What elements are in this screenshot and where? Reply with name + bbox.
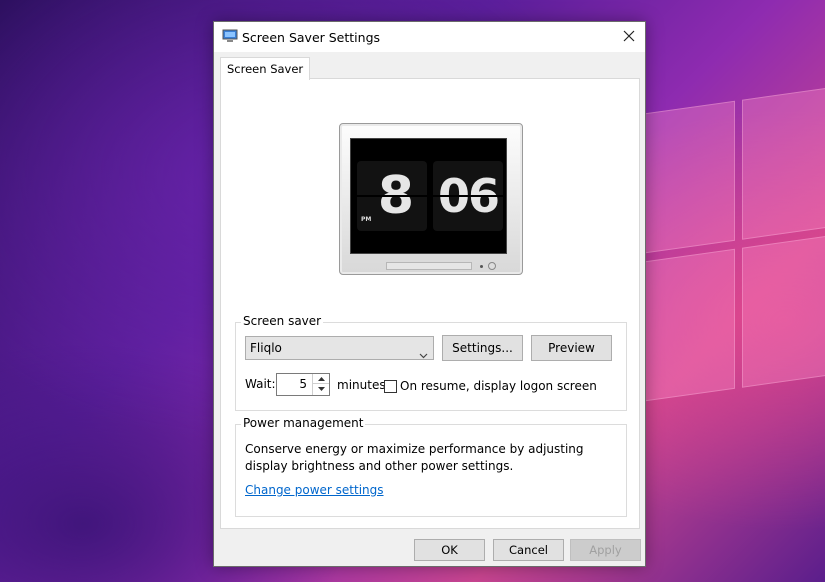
- power-description: Conserve energy or maximize performance …: [245, 442, 584, 473]
- stepper-buttons: [312, 374, 329, 395]
- flip-clock-minutes: 06: [433, 161, 503, 231]
- resume-logon-label[interactable]: On resume, display logon screen: [400, 379, 597, 393]
- monitor-power-icon: [488, 262, 496, 270]
- wait-minutes-value: 5: [299, 377, 307, 391]
- close-button[interactable]: [613, 22, 645, 52]
- window-title: Screen Saver Settings: [242, 30, 381, 45]
- screen-saver-group: Screen saver Fliqlo Settings... Preview …: [235, 314, 627, 411]
- wallpaper-windows-logo: [640, 86, 825, 414]
- resume-logon-checkbox[interactable]: [384, 380, 397, 393]
- power-management-group: Power management Conserve energy or maxi…: [235, 416, 627, 517]
- screen-saver-selected-value: Fliqlo: [250, 341, 282, 355]
- monitor-dot: [480, 265, 483, 268]
- title-bar: Screen Saver Settings: [214, 22, 645, 52]
- flip-clock-hours: 8 PM: [357, 161, 427, 231]
- close-icon: [623, 30, 635, 45]
- screen-saver-preview-monitor: 8 PM 06: [339, 123, 523, 275]
- ok-button[interactable]: OK: [414, 539, 485, 561]
- minutes-label: minutes: [337, 378, 386, 392]
- cancel-button[interactable]: Cancel: [493, 539, 564, 561]
- wait-label: Wait:: [245, 377, 276, 391]
- stepper-down-button[interactable]: [313, 384, 329, 394]
- flip-clock-ampm: PM: [361, 216, 372, 223]
- chevron-down-icon: [419, 344, 428, 366]
- preview-button[interactable]: Preview: [531, 335, 612, 361]
- preview-screen: 8 PM 06: [350, 138, 507, 254]
- screen-saver-select[interactable]: Fliqlo: [245, 336, 434, 360]
- monitor-app-icon: [222, 29, 238, 43]
- chevron-down-icon: [317, 387, 325, 391]
- screen-saver-settings-dialog: Screen Saver Settings Screen Saver 8 PM 0…: [213, 21, 646, 567]
- monitor-base: [386, 262, 472, 270]
- tab-panel-screen-saver: 8 PM 06 Screen saver Fliqlo Settings... P…: [220, 78, 640, 529]
- tab-screen-saver[interactable]: Screen Saver: [220, 57, 311, 80]
- stepper-up-button[interactable]: [313, 374, 329, 384]
- chevron-up-icon: [317, 376, 325, 381]
- wait-minutes-stepper[interactable]: 5: [276, 373, 330, 396]
- apply-button[interactable]: Apply: [570, 539, 641, 561]
- change-power-settings-link[interactable]: Change power settings: [245, 483, 384, 497]
- screen-saver-group-label: Screen saver: [241, 314, 324, 328]
- power-management-group-label: Power management: [241, 416, 366, 430]
- settings-button[interactable]: Settings...: [442, 335, 523, 361]
